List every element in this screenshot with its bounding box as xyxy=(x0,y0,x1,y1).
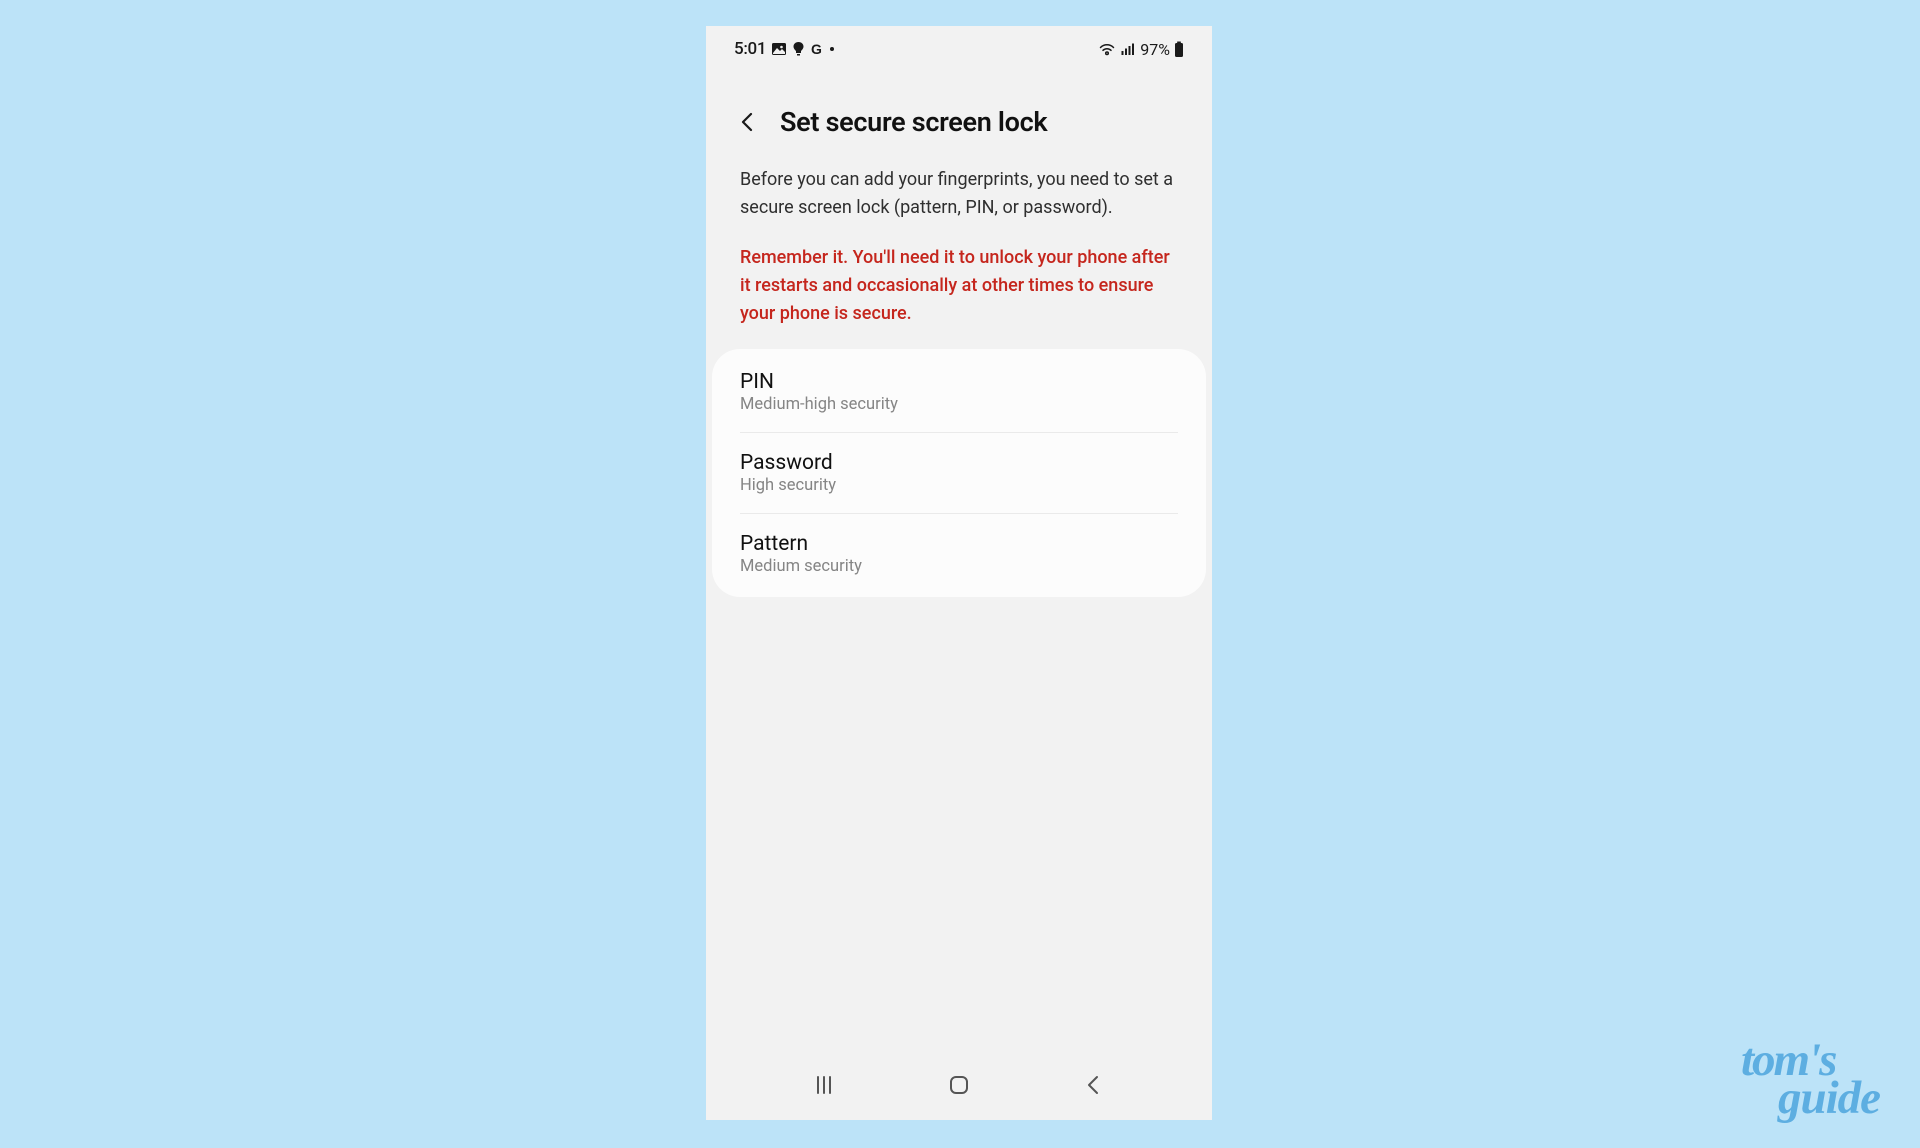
status-time: 5:01 xyxy=(734,39,766,59)
option-subtitle: High security xyxy=(740,476,1178,495)
phone-frame: 5:01 G 97% xyxy=(706,26,1212,1120)
status-bar: 5:01 G 97% xyxy=(706,26,1212,66)
status-left: 5:01 G xyxy=(734,39,835,59)
option-title: PIN xyxy=(740,370,1178,394)
option-pin[interactable]: PIN Medium-high security xyxy=(740,352,1178,433)
nav-recents[interactable] xyxy=(794,1074,854,1096)
signal-icon xyxy=(1120,42,1136,56)
watermark: tom's guide xyxy=(1741,1041,1880,1118)
page-title: Set secure screen lock xyxy=(780,106,1047,138)
chevron-left-icon xyxy=(737,111,759,133)
gallery-icon xyxy=(771,41,787,57)
lock-options-list: PIN Medium-high security Password High s… xyxy=(712,349,1206,597)
battery-percent: 97% xyxy=(1140,40,1170,59)
option-subtitle: Medium security xyxy=(740,557,1178,576)
nav-back[interactable] xyxy=(1064,1074,1124,1096)
nav-bar xyxy=(706,1060,1212,1120)
option-title: Pattern xyxy=(740,532,1178,556)
home-icon xyxy=(948,1074,970,1096)
wifi-icon xyxy=(1098,42,1116,56)
option-password[interactable]: Password High security xyxy=(740,433,1178,514)
option-pattern[interactable]: Pattern Medium security xyxy=(740,514,1178,594)
recents-icon xyxy=(813,1074,835,1096)
back-icon xyxy=(1083,1074,1105,1096)
header: Set secure screen lock xyxy=(706,66,1212,152)
description-text: Before you can add your fingerprints, yo… xyxy=(706,152,1212,222)
status-right: 97% xyxy=(1098,40,1184,59)
dot-icon xyxy=(829,46,835,52)
nav-home[interactable] xyxy=(929,1074,989,1096)
option-subtitle: Medium-high security xyxy=(740,395,1178,414)
bulb-icon xyxy=(792,41,805,57)
option-title: Password xyxy=(740,451,1178,475)
svg-text:G: G xyxy=(811,42,822,56)
warning-text: Remember it. You'll need it to unlock yo… xyxy=(706,222,1212,328)
back-button[interactable] xyxy=(734,108,762,136)
google-icon: G xyxy=(810,42,824,56)
battery-icon xyxy=(1174,41,1184,58)
